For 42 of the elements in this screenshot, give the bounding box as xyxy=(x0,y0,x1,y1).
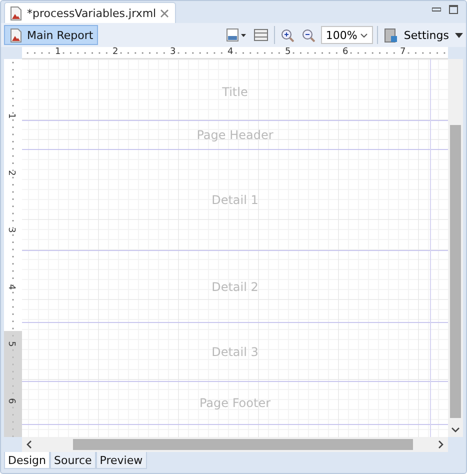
band-label: Detail 2 xyxy=(212,280,258,294)
editor-mode-tab[interactable]: Design xyxy=(4,452,50,469)
ruler-label: 2 xyxy=(6,170,16,176)
report-icon xyxy=(9,28,23,42)
ruler-label: 3 xyxy=(6,227,16,233)
editor-mode-tab[interactable]: Source xyxy=(50,452,96,469)
ruler-label: 4 xyxy=(226,47,234,57)
band-label: Page Header xyxy=(196,128,274,142)
band-label: Title xyxy=(222,84,248,98)
report-file-icon xyxy=(9,6,23,20)
ruler-label: 7 xyxy=(399,47,407,57)
caret-icon[interactable] xyxy=(455,32,463,38)
ruler-label: 1 xyxy=(54,47,62,57)
ruler-label: 2 xyxy=(112,47,120,57)
ruler-label: 5 xyxy=(284,47,292,57)
scrollbar-corner xyxy=(448,437,463,452)
chevron-left-icon[interactable] xyxy=(25,440,34,449)
close-icon[interactable] xyxy=(160,8,170,18)
editor-tab[interactable]: *processVariables.jrxml xyxy=(4,2,176,23)
editor-mode-tab[interactable]: Preview xyxy=(96,452,147,469)
chevron-right-icon[interactable] xyxy=(436,440,445,449)
scrollbar-corner xyxy=(4,437,22,452)
ruler-label: 5 xyxy=(6,341,16,347)
zoom-dropdown[interactable]: 100% xyxy=(320,26,373,44)
ruler-label: 1 xyxy=(6,113,16,119)
band-label: Page Footer xyxy=(199,396,271,410)
ruler-label: 4 xyxy=(6,284,16,290)
document-icon xyxy=(384,28,398,42)
chevron-down-icon[interactable] xyxy=(451,425,460,434)
settings-button[interactable]: Settings xyxy=(382,25,451,45)
vertical-scrollbar[interactable] xyxy=(448,59,463,437)
ruler-label: 6 xyxy=(6,398,16,404)
minimize-icon[interactable] xyxy=(432,4,441,14)
band-label: Detail 3 xyxy=(212,345,258,359)
ruler-label: 6 xyxy=(342,47,350,57)
ruler-label: 3 xyxy=(169,47,177,57)
horizontal-scrollbar[interactable] xyxy=(22,437,448,452)
chevron-down-icon xyxy=(360,32,368,38)
main-report-button[interactable]: Main Report xyxy=(4,25,98,45)
band-label: Detail 1 xyxy=(212,193,258,207)
editor-tab-title: *processVariables.jrxml xyxy=(27,6,156,20)
maximize-icon[interactable] xyxy=(449,4,458,14)
